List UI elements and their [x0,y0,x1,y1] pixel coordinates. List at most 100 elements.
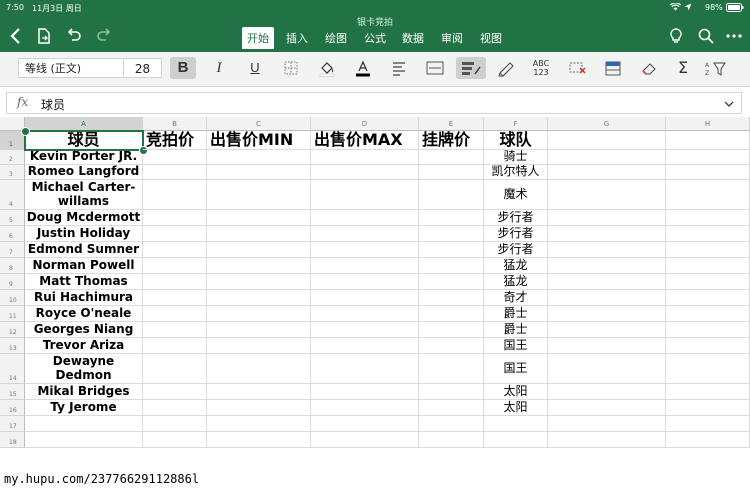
cell[interactable] [419,258,484,274]
cell[interactable] [143,354,207,384]
cell[interactable] [311,306,419,322]
cell[interactable] [548,338,666,354]
header-cell[interactable]: 球队 [484,131,548,150]
cell[interactable] [143,274,207,290]
cell[interactable] [143,226,207,242]
team-cell[interactable]: 爵士 [484,306,548,322]
row-header[interactable]: 17 [0,416,25,432]
cell[interactable] [666,131,750,150]
cell[interactable] [143,258,207,274]
cell[interactable] [548,290,666,306]
column-header[interactable]: E [419,117,484,131]
cell[interactable] [548,384,666,400]
cell[interactable] [666,210,750,226]
team-cell[interactable]: 太阳 [484,384,548,400]
cell[interactable] [548,131,666,150]
cell[interactable] [207,384,311,400]
tab-insert[interactable]: 插入 [286,30,308,46]
cell[interactable] [207,274,311,290]
cell[interactable] [311,384,419,400]
player-name-cell[interactable]: Matt Thomas [25,274,143,290]
cell[interactable] [666,226,750,242]
cell[interactable] [666,242,750,258]
cell[interactable] [666,354,750,384]
cell[interactable] [548,354,666,384]
row-header[interactable]: 5 [0,210,25,226]
cell[interactable] [419,226,484,242]
cell[interactable] [207,322,311,338]
cell[interactable] [143,322,207,338]
selection-handle-top-left[interactable] [21,127,30,136]
cell[interactable] [143,242,207,258]
column-header[interactable]: D [311,117,419,131]
cell[interactable] [419,210,484,226]
cell[interactable] [311,290,419,306]
row-header[interactable]: 18 [0,432,25,448]
bold-button[interactable]: B [170,57,196,79]
cell[interactable] [666,180,750,210]
player-name-cell[interactable]: Doug Mcdermott [25,210,143,226]
cell[interactable] [419,416,484,432]
cell[interactable] [311,210,419,226]
cell[interactable] [419,400,484,416]
spreadsheet-grid[interactable]: A B C D E F G H 1 球员 竞拍价 出售价MIN 出售价MAX 挂牌价 球队 2 Kevin Po… [0,117,750,491]
cell[interactable] [311,274,419,290]
row-header[interactable]: 14 [0,354,25,384]
column-header[interactable]: F [484,117,548,131]
cell[interactable] [311,165,419,180]
header-cell[interactable]: 挂牌价 [419,130,484,150]
cell[interactable] [143,416,207,432]
header-cell[interactable]: 出售价MIN [207,130,311,150]
cell[interactable] [311,242,419,258]
cell[interactable] [419,274,484,290]
cell[interactable] [311,354,419,384]
cell[interactable] [419,354,484,384]
font-size-select[interactable]: 28 [124,58,162,78]
cell[interactable] [311,150,419,165]
tab-data[interactable]: 数据 [402,30,424,46]
player-name-cell[interactable]: Dewayne Dedmon [25,354,143,384]
clear-eraser-icon[interactable] [636,57,662,79]
fill-color-icon[interactable] [314,57,340,79]
cell[interactable] [419,180,484,210]
cell[interactable] [419,242,484,258]
cell[interactable] [207,400,311,416]
team-cell[interactable]: 猛龙 [484,274,548,290]
cell[interactable] [207,242,311,258]
row-header[interactable]: 10 [0,290,25,306]
cell[interactable] [143,306,207,322]
cell[interactable] [143,150,207,165]
row-header[interactable]: 16 [0,400,25,416]
borders-icon[interactable] [278,57,304,79]
cell[interactable] [484,416,548,432]
format-cells-icon[interactable] [600,57,626,79]
cell[interactable] [666,400,750,416]
cell[interactable] [666,306,750,322]
cell[interactable] [484,432,548,448]
team-cell[interactable]: 步行者 [484,242,548,258]
row-header[interactable]: 7 [0,242,25,258]
cell[interactable] [666,150,750,165]
row-header[interactable]: 6 [0,226,25,242]
cell[interactable] [666,290,750,306]
file-icon[interactable] [34,26,54,46]
cell[interactable] [548,226,666,242]
cell[interactable] [143,338,207,354]
cell[interactable] [207,432,311,448]
row-header[interactable]: 9 [0,274,25,290]
player-name-cell[interactable]: Georges Niang [25,322,143,338]
undo-icon[interactable] [64,26,84,46]
cell[interactable] [419,432,484,448]
header-cell[interactable]: 出售价MAX [311,130,419,150]
cell[interactable] [207,416,311,432]
player-name-cell[interactable]: Kevin Porter JR. [25,150,143,165]
align-icon[interactable] [386,57,412,79]
cell[interactable] [548,242,666,258]
cell[interactable] [666,258,750,274]
cell[interactable] [311,180,419,210]
column-header[interactable]: G [548,117,666,131]
column-header[interactable]: B [143,117,207,131]
cell[interactable] [419,150,484,165]
team-cell[interactable]: 骑士 [484,150,548,165]
cell[interactable] [548,150,666,165]
